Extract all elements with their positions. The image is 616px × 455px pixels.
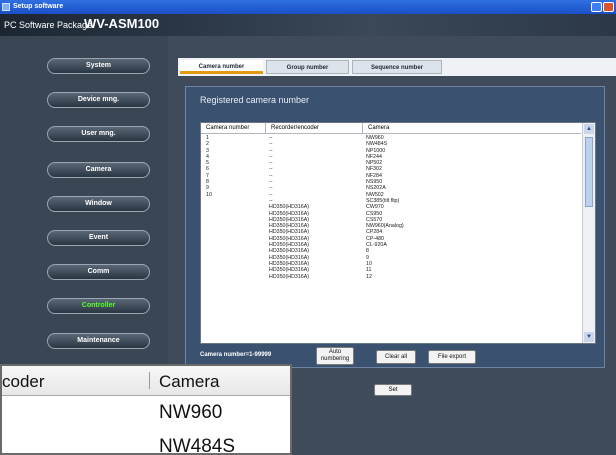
tab-group-number[interactable]: Group number — [266, 60, 349, 74]
zoom-camera-value-1: NW960 — [159, 402, 223, 423]
camera-number-range: Camera number=1-99999 — [200, 352, 272, 358]
clear-all-button[interactable]: Clear all — [376, 350, 416, 364]
nav-controller-button[interactable]: Controller — [47, 298, 150, 314]
nav-comm-button[interactable]: Comm — [47, 264, 150, 280]
tab-sequence-number[interactable]: Sequence number — [352, 60, 442, 74]
tab-camera-number[interactable]: Camera number — [180, 60, 263, 74]
table-row[interactable]: HD350(HD316A) 12 — [201, 274, 581, 280]
scroll-up-icon[interactable]: ▲ — [584, 124, 594, 134]
package-label: PC Software Package — [4, 20, 93, 30]
nav-camera-button[interactable]: Camera — [47, 162, 150, 178]
nav-event-button[interactable]: Event — [47, 230, 150, 246]
nav-user-mng-button[interactable]: User mng. — [47, 126, 150, 142]
product-model: WV-ASM100 — [84, 16, 160, 31]
vertical-scrollbar[interactable]: ▲ ▼ — [582, 123, 595, 343]
list-rows: 1 -- NW960 2 -- NW484S 3 -- NP1000 4 -- NF244 5 -- NP5… — [201, 135, 581, 280]
zoom-header — [2, 366, 290, 396]
zoom-callout: coder Camera NW960 NW484S — [0, 364, 292, 455]
header-banner: PC Software Package WV-ASM100 — [0, 14, 616, 36]
scroll-down-icon[interactable]: ▼ — [584, 332, 594, 342]
zoom-camera-value-2: NW484S — [159, 436, 236, 455]
close-icon[interactable] — [603, 2, 614, 12]
auto-numbering-label-line2: numbering — [320, 356, 350, 362]
scroll-thumb[interactable] — [585, 137, 593, 207]
panel-title: Registered camera number — [200, 95, 310, 105]
header-divider — [201, 133, 581, 134]
cell-camera: 12 — [366, 273, 372, 280]
nav-maintenance-button[interactable]: Maintenance — [47, 333, 150, 349]
app-icon — [2, 3, 10, 11]
window-title: Setup software — [13, 3, 64, 10]
cell-recorder-encoder: HD350(HD316A) — [269, 273, 310, 280]
camera-list[interactable]: Camera number Recorder/encoder Camera 1-… — [200, 122, 596, 344]
set-button[interactable]: Set — [374, 384, 412, 396]
column-header-camera[interactable]: Camera — [363, 123, 581, 133]
nav-window-button[interactable]: Window — [47, 196, 150, 212]
column-header-recorder-encoder[interactable]: Recorder/encoder — [266, 123, 363, 133]
nav-system-button[interactable]: System — [47, 58, 150, 74]
zoom-header-camera: Camera — [159, 372, 220, 391]
zoom-column-separator — [149, 372, 150, 389]
nav-device-mng-button[interactable]: Device mng. — [47, 92, 150, 108]
auto-numbering-label-line1: Auto — [328, 349, 342, 355]
title-bar: Setup software — [0, 0, 616, 14]
minimize-icon[interactable] — [591, 2, 602, 12]
auto-numbering-button[interactable]: Auto numbering — [316, 347, 354, 365]
zoom-header-recorder-encoder: coder — [2, 372, 45, 391]
column-header-camera-number[interactable]: Camera number — [201, 123, 266, 133]
file-export-button[interactable]: File export — [428, 350, 476, 364]
